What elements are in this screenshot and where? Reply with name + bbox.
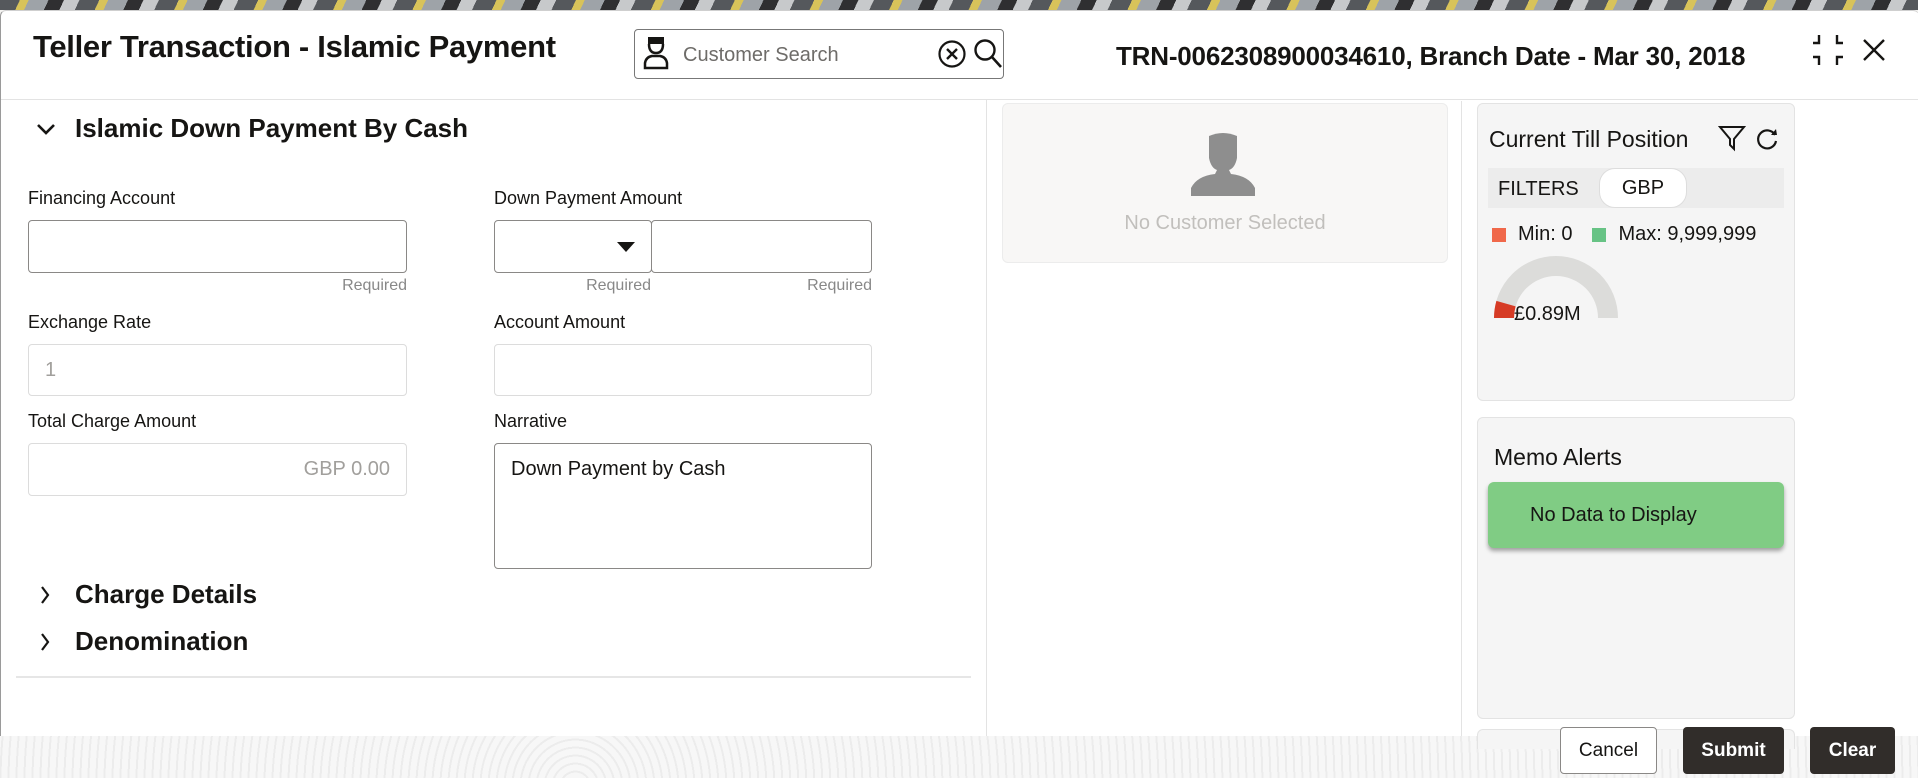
- financing-account-label: Financing Account: [28, 188, 176, 208]
- background-pattern-top: [0, 0, 1918, 10]
- close-icon[interactable]: [1861, 37, 1887, 63]
- max-legend-label: Max: 9,999,999: [1618, 223, 1757, 245]
- customer-search-field[interactable]: Customer Search: [634, 29, 1004, 79]
- chevron-down-icon: [37, 123, 55, 135]
- dropdown-arrow-icon: [617, 241, 635, 252]
- customer-search-placeholder: Customer Search: [683, 44, 839, 66]
- customer-info-panel: No Customer Selected: [1002, 103, 1448, 263]
- down-payment-amount-label: Down Payment Amount: [494, 188, 683, 208]
- narrative-textarea[interactable]: Down Payment by Cash: [494, 443, 872, 569]
- customer-icon: [643, 37, 669, 70]
- currency-filter-chip[interactable]: GBP: [1599, 168, 1687, 208]
- min-legend-label: Min: 0: [1518, 223, 1573, 245]
- memo-alerts-card: Memo Alerts No Data to Display: [1477, 417, 1795, 719]
- refresh-icon[interactable]: [1754, 126, 1780, 152]
- section-title: Denomination: [75, 626, 249, 656]
- section-title: Charge Details: [75, 579, 258, 609]
- total-charge-amount-label: Total Charge Amount: [28, 411, 197, 431]
- cancel-button[interactable]: Cancel: [1560, 727, 1657, 774]
- filters-label: FILTERS: [1498, 178, 1579, 200]
- search-icon[interactable]: [973, 38, 1003, 70]
- total-charge-amount-input[interactable]: GBP 0.00: [28, 443, 407, 496]
- account-amount-label: Account Amount: [494, 312, 626, 332]
- user-avatar-icon: [1191, 133, 1255, 196]
- current-till-position-card: Current Till Position FILTERS GBP Min: 0…: [1477, 103, 1795, 401]
- min-legend-swatch: [1492, 227, 1506, 242]
- page-title: Teller Transaction - Islamic Payment: [33, 29, 556, 64]
- memo-alerts-title: Memo Alerts: [1494, 444, 1622, 470]
- exchange-rate-input[interactable]: 1: [28, 344, 407, 396]
- submit-button[interactable]: Submit: [1683, 727, 1784, 774]
- chevron-right-icon: [41, 585, 50, 604]
- section-denomination[interactable]: Denomination: [31, 626, 248, 657]
- section-charge-details[interactable]: Charge Details: [31, 579, 257, 610]
- gauge-legend: Min: 0 Max: 9,999,999: [1492, 223, 1756, 246]
- section-islamic-down-payment[interactable]: Islamic Down Payment By Cash: [31, 113, 468, 144]
- no-customer-message: No Customer Selected: [1124, 212, 1326, 234]
- down-payment-currency-select[interactable]: [494, 220, 652, 273]
- clear-button[interactable]: Clear: [1810, 727, 1895, 774]
- panel-divider: [1461, 101, 1462, 736]
- narrative-label: Narrative: [494, 411, 568, 431]
- account-amount-input[interactable]: [494, 344, 872, 396]
- down-payment-currency-required-hint: Required: [586, 277, 651, 294]
- chevron-right-icon: [41, 632, 50, 651]
- clear-search-icon[interactable]: [937, 39, 967, 69]
- section-title: Islamic Down Payment By Cash: [75, 113, 469, 143]
- max-legend-swatch: [1592, 227, 1607, 242]
- filters-bar: FILTERS GBP: [1488, 168, 1784, 208]
- filter-icon[interactable]: [1718, 124, 1746, 152]
- down-payment-amount-required-hint: Required: [807, 277, 872, 294]
- exchange-rate-label: Exchange Rate: [28, 312, 152, 332]
- section-divider: [16, 676, 971, 678]
- form-area: Islamic Down Payment By Cash Financing A…: [1, 99, 987, 736]
- gauge-value-label: £0.89M: [1514, 303, 1581, 325]
- financing-account-required-hint: Required: [342, 277, 407, 294]
- financing-account-input[interactable]: [28, 220, 407, 273]
- window-header: Teller Transaction - Islamic Payment Cus…: [1, 11, 1918, 100]
- no-data-message: No Data to Display: [1488, 482, 1784, 548]
- minimize-icon[interactable]: [1811, 33, 1845, 67]
- till-position-title: Current Till Position: [1489, 126, 1689, 152]
- teller-transaction-window: Teller Transaction - Islamic Payment Cus…: [0, 10, 1918, 749]
- transaction-reference: TRN-0062308900034610, Branch Date - Mar …: [1116, 41, 1746, 71]
- gauge-fill: [1494, 300, 1516, 319]
- down-payment-amount-input[interactable]: [651, 220, 872, 273]
